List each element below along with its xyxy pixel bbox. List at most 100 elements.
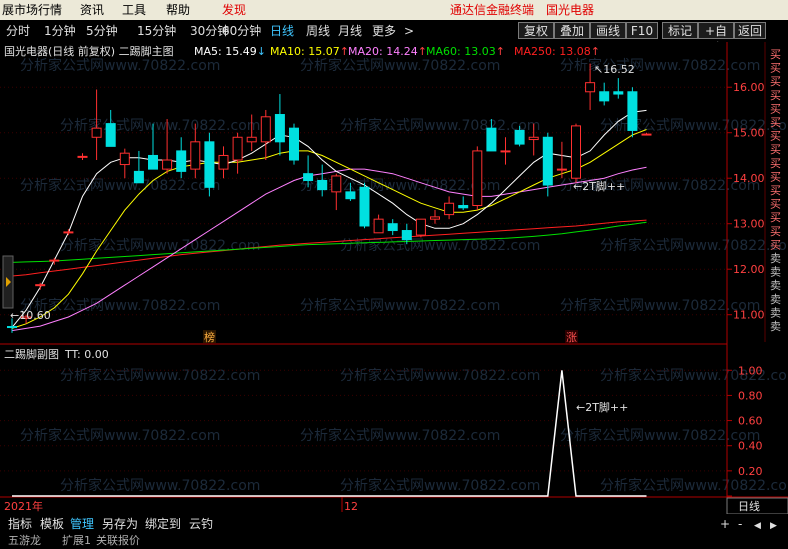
watermark-text: 分析家公式网www.70822.com <box>60 117 260 134</box>
menu-bar: 展市场行情 资讯 工具 帮助 发现 通达信金融终端 国光电器 <box>0 0 788 20</box>
signal-label-main: ←2T脚++ <box>573 179 625 193</box>
signal-tag: 买 <box>770 238 781 251</box>
restore-rights-button[interactable]: 复权 <box>518 22 554 39</box>
price-tick-label: 11.00 <box>733 309 765 322</box>
candle-body <box>641 133 652 136</box>
signal-tag: 买 <box>770 170 781 183</box>
price-tick-label: 13.00 <box>733 218 765 231</box>
mark-button[interactable]: 标记 <box>662 22 698 39</box>
candle <box>571 123 581 183</box>
signal-tag: 卖 <box>770 320 781 333</box>
menu-help[interactable]: 帮助 <box>166 2 190 18</box>
price-tick-label: 16.00 <box>733 81 765 94</box>
candle-body <box>556 168 567 171</box>
signal-tag: 买 <box>770 198 781 211</box>
corner-period-label: 日线 <box>738 499 760 513</box>
period-tab-daily[interactable]: 日线 <box>270 23 294 39</box>
sub-chart-title: 二踢脚副图 TT: 0.00 <box>4 347 109 361</box>
ma250-label: MA250: 13.08↑ <box>514 45 600 58</box>
watermark-text: 分析家公式网www.70822.com <box>600 237 788 254</box>
candle-body <box>176 150 187 172</box>
period-tab-monthly[interactable]: 月线 <box>338 23 362 39</box>
signal-tag: 买 <box>770 75 781 88</box>
watermark-text: 分析家公式网www.70822.com <box>60 237 260 254</box>
candle-body <box>359 186 370 227</box>
candle-body <box>204 141 215 188</box>
candle-body <box>585 82 596 93</box>
marker-zhang[interactable]: 涨 <box>566 331 577 344</box>
signal-tag: 买 <box>770 102 781 115</box>
tab-cloud[interactable]: 云钓 <box>189 516 213 532</box>
watermark-text: 分析家公式网www.70822.com <box>340 477 540 494</box>
period-tab-1min[interactable]: 1分钟 <box>44 23 76 39</box>
period-next-icon[interactable]: > <box>404 23 414 39</box>
tab-manage[interactable]: 管理 <box>70 516 94 532</box>
candle-body <box>317 179 328 191</box>
period-tab-more[interactable]: 更多 <box>372 23 396 39</box>
candle-body <box>373 218 384 234</box>
watermark-text: 分析家公式网www.70822.com <box>300 427 500 444</box>
year-label: 2021年 <box>4 499 43 513</box>
candle-body <box>77 155 88 158</box>
candle-body <box>7 326 17 329</box>
watermark-text: 分析家公式网www.70822.com <box>300 57 500 74</box>
app-banner: 通达信金融终端 <box>450 3 535 17</box>
candle-body <box>387 223 398 232</box>
tab-indicator[interactable]: 指标 <box>8 516 32 532</box>
draw-line-button[interactable]: 画线 <box>590 22 626 39</box>
candle <box>289 123 299 165</box>
signal-tag: 卖 <box>770 266 781 279</box>
candle-body <box>35 284 46 287</box>
candle-body <box>627 91 638 131</box>
candle <box>472 146 483 211</box>
tab-template[interactable]: 模板 <box>40 516 64 532</box>
signal-tag: 买 <box>770 116 781 129</box>
scroll-right-button[interactable]: ▶ <box>770 518 777 534</box>
signal-tag: 买 <box>770 143 781 156</box>
tab-bind-to[interactable]: 绑定到 <box>145 516 181 532</box>
menu-market[interactable]: 展市场行情 <box>2 2 62 18</box>
month-label: 12 <box>344 500 358 513</box>
ma10-label: MA10: 15.07↑ <box>270 45 349 58</box>
zoom-in-button[interactable]: + <box>720 516 730 532</box>
menu-tools[interactable]: 工具 <box>122 2 146 18</box>
price-tick-label: 12.00 <box>733 263 765 276</box>
scroll-left-button[interactable]: ◀ <box>754 518 761 534</box>
ma5-label: MA5: 15.49↓ <box>194 45 266 58</box>
candle-body <box>430 216 440 220</box>
candle-body <box>571 125 581 179</box>
period-tab-60min[interactable]: 60分钟 <box>222 23 261 39</box>
candle-body <box>528 136 539 141</box>
marker-bang[interactable]: 榜 <box>204 330 215 344</box>
period-tab-intraday[interactable]: 分时 <box>6 23 30 39</box>
sub-tick-label: 0.60 <box>738 415 763 428</box>
candle-body <box>415 218 426 236</box>
menu-news[interactable]: 资讯 <box>80 2 104 18</box>
watermark-text: 分析家公式网www.70822.com <box>600 477 788 494</box>
candle-body <box>401 230 412 241</box>
overlay-button[interactable]: 叠加 <box>554 22 590 39</box>
watermark-text: 分析家公式网www.70822.com <box>60 477 260 494</box>
back-button[interactable]: 返回 <box>734 22 766 39</box>
candle-body <box>148 154 158 170</box>
watermark-text: 分析家公式网www.70822.com <box>340 117 540 134</box>
signal-tag: 买 <box>770 62 781 75</box>
low-price-label: ←10.60 <box>10 309 51 322</box>
period-toolbar: 分时 1分钟 5分钟 15分钟 30分钟 60分钟 日线 周线 月线 更多 > … <box>0 20 788 55</box>
watermark-text: 分析家公式网www.70822.com <box>20 57 220 74</box>
period-tab-5min[interactable]: 5分钟 <box>86 23 118 39</box>
f10-button[interactable]: F10 <box>626 22 658 39</box>
chart-area[interactable]: 分析家公式网www.70822.com 分析家公式网www.70822.com 分析… <box>0 42 788 514</box>
signal-tag: 卖 <box>770 279 781 292</box>
tab-save-as[interactable]: 另存为 <box>102 516 138 532</box>
period-tab-15min[interactable]: 15分钟 <box>137 23 176 39</box>
zoom-out-button[interactable]: - <box>738 516 742 532</box>
price-tick-label: 15.00 <box>733 127 765 140</box>
candle-body <box>260 116 271 143</box>
price-tick-label: 14.00 <box>733 172 765 185</box>
signal-tag: 买 <box>770 48 781 61</box>
candle-body <box>218 154 229 170</box>
menu-discover[interactable]: 发现 <box>222 2 246 18</box>
period-tab-weekly[interactable]: 周线 <box>306 23 330 39</box>
add-favorite-button[interactable]: +自选 <box>698 22 734 55</box>
